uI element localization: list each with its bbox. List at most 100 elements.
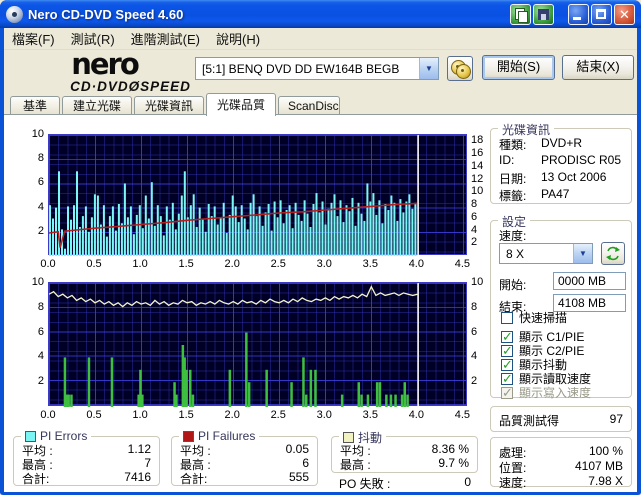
copy-results-button[interactable] [510,3,531,25]
po-failures-row: PO 失敗 : 0 [339,475,471,492]
disc-info-value: DVD+R [541,136,583,150]
stats-label: 最高 : [340,458,371,472]
checked-checkbox-icon [501,385,513,401]
drive-selector-value: [5:1] BENQ DVD DD EW164B BEGB [202,61,400,76]
legend-color-icon [183,430,194,442]
stats-row: 合計: 555 [180,470,309,487]
tab-2[interactable]: 光碟資訊 [134,96,204,115]
progress-group: 處理: 100 % 位置: 4107 MB 速度: 7.98 X [490,437,632,490]
pi-failures-stats-group: PI Failures 平均 :0.05 最高 :6 合計: 555 [171,429,318,487]
disc-info-row: 種類: DVD+R [499,136,623,153]
stats-row: 最高 : 9.7 % [340,456,469,473]
start-button[interactable]: 開始(S) [482,55,555,80]
stats-value: 555 [288,470,309,484]
toolbar: nero CD·DVDØSPEED [5:1] BENQ DVD DD EW16… [4,50,637,99]
pi-errors-chart-right-tick: 10 [471,185,484,198]
checkbox-label: 顯示寫入速度 [519,386,592,400]
pi-errors-chart-right-tick: 12 [471,172,484,185]
checkbox-0[interactable]: 快速掃描 [501,309,567,326]
title-bar: Nero CD-DVD Speed 4.60 ✕ [0,0,641,28]
pi-errors-chart-x-tick: 1.0 [132,258,148,270]
menu-item-2[interactable]: 進階測試(E) [123,28,208,49]
pi-errors-chart-left-tick: 2 [37,224,44,237]
pi-failures-chart-left-tick: 8 [37,300,44,313]
stats-group-title: PI Failures [179,429,260,443]
pi-errors-chart-right-tick: 4 [471,223,478,236]
checked-checkbox-icon[interactable] [501,371,513,387]
chevron-down-icon[interactable]: ▼ [573,244,592,263]
nero-logo-subtitle: CD·DVDØSPEED [22,79,190,99]
po-failures-label: PO 失敗 : [339,477,391,491]
pi-failures-chart-right-tick: 4 [471,350,478,363]
scan-start-input[interactable]: 0000 MB [553,272,626,290]
pi-failures-chart-right-tick: 6 [471,325,478,338]
settings-group: 設定 速度: 8 X ▼ 開始: 0000 MB 結束: 4108 MB 快速掃… [490,213,632,401]
po-failures-value: 0 [464,475,471,489]
disc-info-label: ID: [499,153,515,167]
disc-info-label: 日期: [499,172,527,186]
logo-accent-glyph: Ø [128,79,141,94]
logo-cddvd-text: CD·DVD [70,79,129,94]
chevron-down-icon[interactable]: ▼ [419,58,438,79]
logo-speed-text: SPEED [140,79,191,94]
pi-errors-chart-right-tick: 16 [471,147,484,160]
eject-disc-button[interactable] [447,56,473,81]
app-disc-icon [6,5,23,23]
pi-failures-chart-right-tick: 2 [471,375,478,388]
pi-failures-chart-x-tick: 0.5 [86,409,102,421]
tab-1[interactable]: 建立光碟 [62,96,132,115]
tab-4[interactable]: ScanDisc [278,96,340,115]
minimize-button[interactable] [568,3,589,25]
stats-group-title-text: PI Errors [40,429,88,443]
stats-group-title-text: PI Failures [198,429,256,443]
save-results-button[interactable] [533,3,554,25]
pi-errors-chart-right-tick: 8 [471,198,478,211]
speed-select-value: 8 X [506,246,525,261]
pi-errors-chart-right-tick: 6 [471,210,478,223]
menu-item-3[interactable]: 說明(H) [208,28,268,49]
nero-logo: nero CD·DVDØSPEED [22,50,190,99]
disc-info-value: PRODISC R05 [541,153,622,167]
disc-info-label: 標籤: [499,189,527,203]
stats-value: 7416 [124,470,151,484]
exit-button[interactable]: 結束(X) [562,55,634,80]
stats-row: 合計: 7416 [22,470,151,487]
pi-failures-chart-left-tick: 2 [37,375,44,388]
pi-failures-chart-x-tick: 4.0 [408,409,424,421]
checked-checkbox-icon[interactable] [501,329,513,345]
menu-item-0[interactable]: 檔案(F) [4,28,63,49]
checked-checkbox-icon[interactable] [501,343,513,359]
maximize-button[interactable] [591,3,612,25]
disc-info-value: PA47 [541,187,570,201]
disc-info-group: 光碟資訊 種類: DVD+R ID: PRODISC R05 日期: 13 Oct 200… [490,121,632,204]
pi-failures-chart-right-tick: 8 [471,300,478,313]
drive-selector[interactable]: [5:1] BENQ DVD DD EW164B BEGB ▼ [195,57,439,80]
pi-errors-chart-right-tick: 18 [471,134,484,147]
pi-errors-chart-x-tick: 3.5 [362,258,378,270]
quality-score-label: 品質測試得 [499,414,560,428]
pi-failures-chart-left-tick: 10 [31,276,44,288]
pi-errors-chart-x-tick: 3.0 [316,258,332,270]
disc-info-row: 日期: 13 Oct 2006 [499,170,623,187]
tab-0[interactable]: 基準 [10,96,60,115]
pi-errors-chart-x-tick: 1.5 [178,258,194,270]
pi-errors-chart-right-tick: 14 [471,159,484,172]
tab-3[interactable]: 光碟品質 [206,93,276,116]
pi-errors-chart-x-tick: 0.5 [86,258,102,270]
pi-errors-chart-right-tick: 2 [471,236,478,249]
pi-failures-chart-series [49,283,419,407]
pi-failures-chart-x-tick: 2.5 [270,409,286,421]
jitter-stats-group: 抖動 平均 :8.36 % 最高 :9.7 % [331,429,478,473]
pi-errors-chart-x-tick: 2.5 [270,258,286,270]
unchecked-checkbox-icon[interactable] [501,311,513,324]
pi-failures-chart-x-tick: 2.0 [224,409,240,421]
speed-select[interactable]: 8 X ▼ [499,243,593,264]
pi-errors-chart-left-tick: 6 [37,176,44,189]
pi-errors-chart-x-tick: 4.5 [454,258,471,270]
pi-errors-stats-group: PI Errors 平均 :1.12 最高 :7 合計: 7416 [13,429,160,487]
close-button[interactable]: ✕ [614,3,635,25]
checked-checkbox-icon[interactable] [501,357,513,373]
menu-item-1[interactable]: 測試(R) [63,28,123,49]
refresh-speed-button[interactable] [601,242,625,265]
pi-failures-chart-x-tick: 1.5 [178,409,194,421]
